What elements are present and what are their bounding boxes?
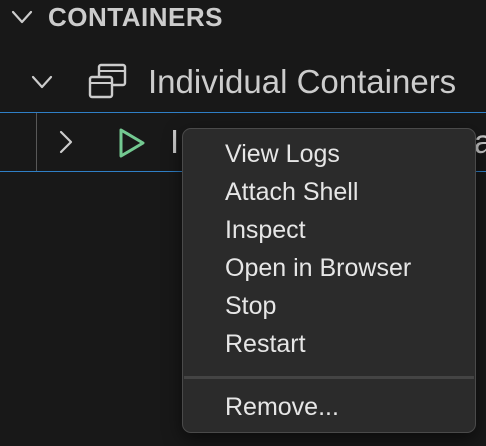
menu-item-remove[interactable]: Remove... [225, 392, 339, 422]
section-title: CONTAINERS [48, 2, 223, 32]
menu-separator [184, 376, 474, 379]
menu-item-stop[interactable]: Stop [225, 291, 276, 321]
chevron-right-icon[interactable] [56, 129, 76, 155]
group-label: Individual Containers [148, 63, 457, 100]
menu-item-inspect[interactable]: Inspect [225, 215, 306, 245]
menu-item-view-logs[interactable]: View Logs [225, 139, 340, 169]
containers-section-header[interactable]: CONTAINERS [0, 0, 486, 36]
container-label: I [170, 123, 180, 160]
chevron-down-icon[interactable] [30, 72, 54, 92]
tree-group-individual-containers[interactable]: Individual Containers [0, 56, 486, 108]
menu-item-attach-shell[interactable]: Attach Shell [225, 177, 358, 207]
menu-item-open-in-browser[interactable]: Open in Browser [225, 253, 411, 283]
play-icon [119, 128, 145, 158]
chevron-down-icon[interactable] [10, 7, 34, 27]
context-menu: View Logs Attach Shell Inspect Open in B… [182, 128, 476, 433]
menu-item-restart[interactable]: Restart [225, 329, 306, 359]
indent-guide [36, 113, 37, 171]
group-windows-icon [88, 63, 127, 99]
